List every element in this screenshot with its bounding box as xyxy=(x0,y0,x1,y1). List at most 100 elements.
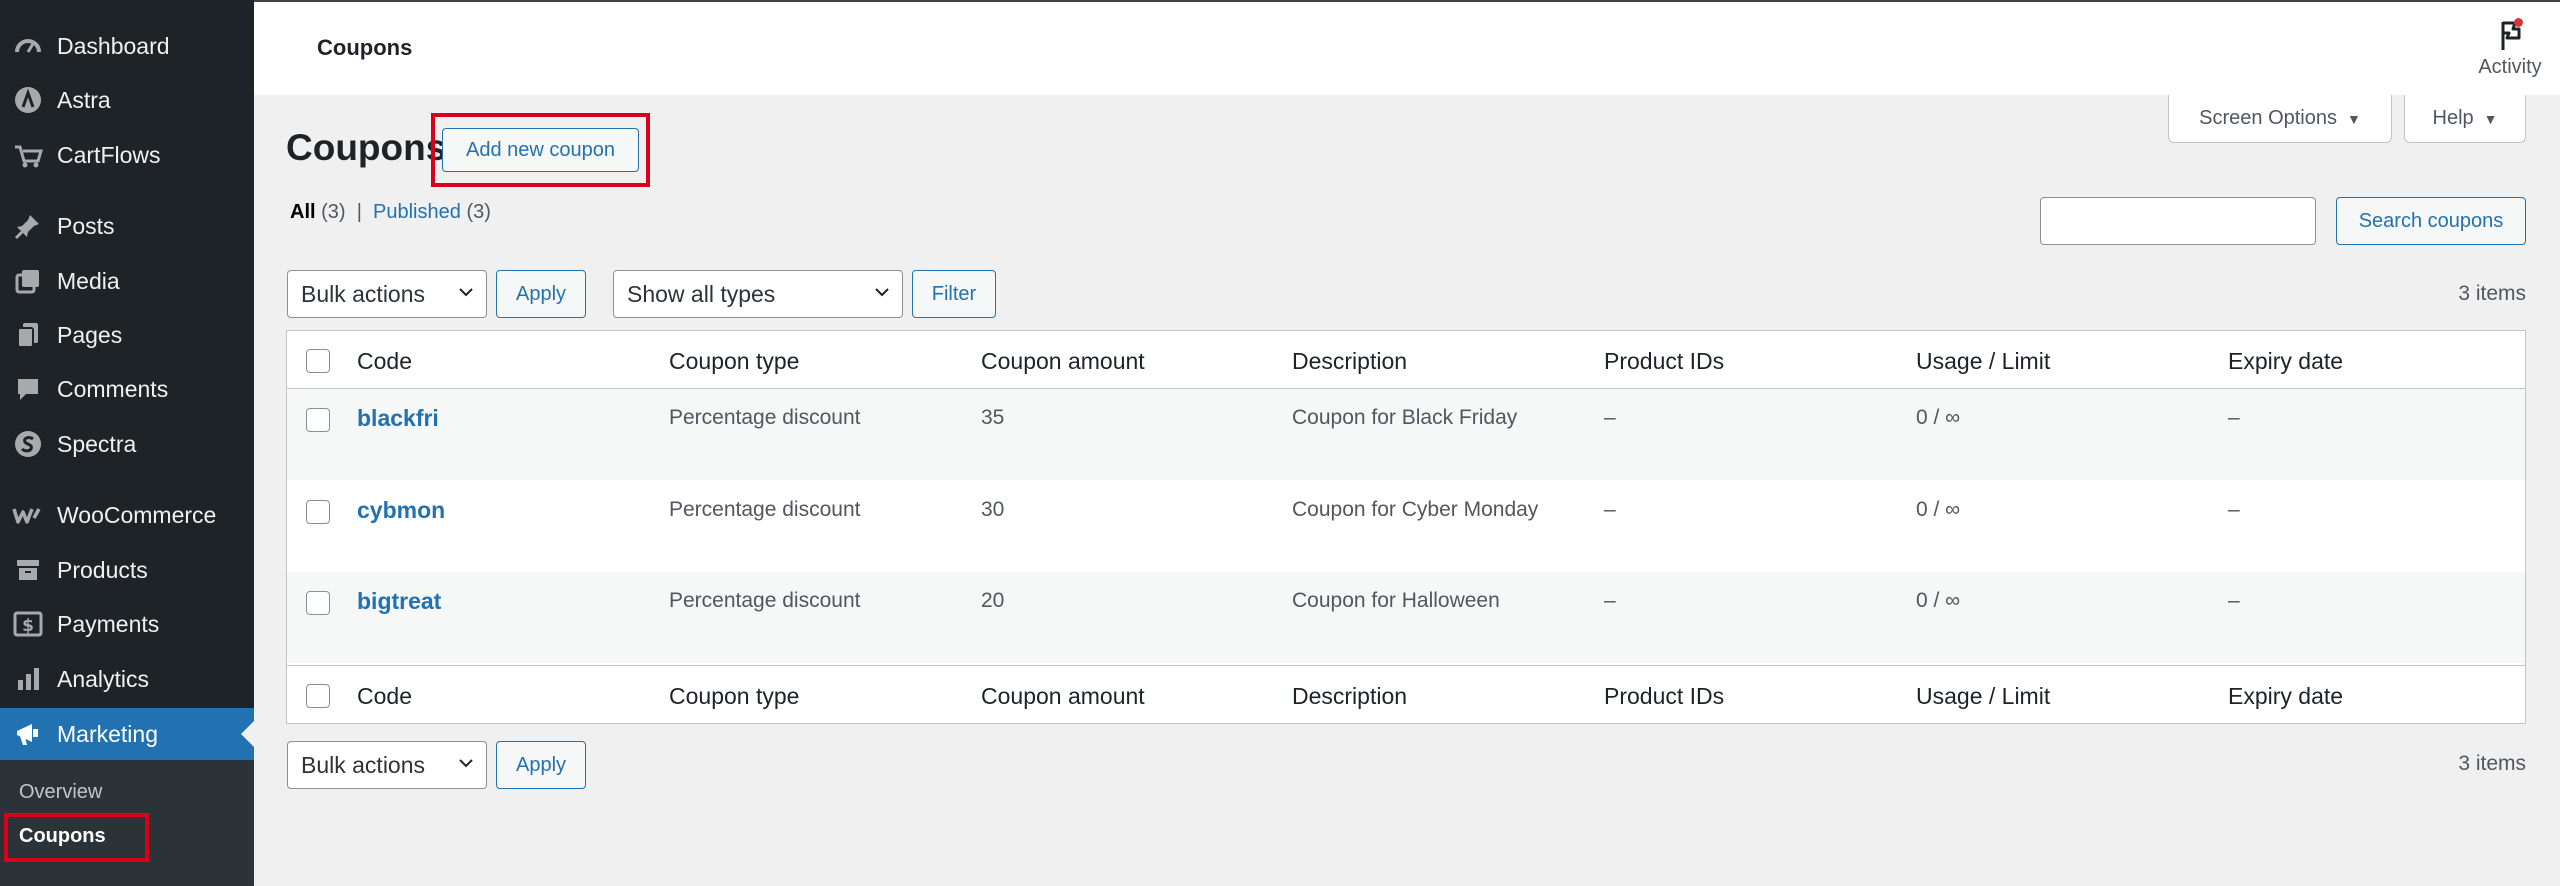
column-header-usage: Usage / Limit xyxy=(1916,348,2051,374)
column-footer-code[interactable]: Code xyxy=(357,683,412,710)
bar-chart-icon xyxy=(12,663,44,695)
column-header-description: Description xyxy=(1292,348,1408,374)
chevron-down-icon xyxy=(459,288,473,297)
woocommerce-icon xyxy=(12,499,44,531)
apply-button-bottom[interactable]: Apply xyxy=(496,741,586,789)
bulk-actions-value: Bulk actions xyxy=(301,751,426,778)
activity-label: Activity xyxy=(2478,56,2542,78)
submenu-item-overview[interactable]: Overview xyxy=(19,781,102,804)
header-title: Coupons xyxy=(317,35,413,60)
status-filter-links: All (3) | Published (3) xyxy=(290,201,491,224)
column-header-code[interactable]: Code xyxy=(357,348,412,375)
pages-icon xyxy=(12,319,44,351)
coupon-code-link[interactable]: bigtreat xyxy=(357,588,441,615)
items-count-top: 3 items xyxy=(2458,282,2526,305)
cell-description: Coupon for Black Friday xyxy=(1292,406,1518,429)
dollar-icon: $ xyxy=(12,608,44,640)
sidebar-item-payments[interactable]: $ Payments xyxy=(0,598,254,650)
column-header-expiry: Expiry date xyxy=(2228,348,2344,374)
cell-usage-limit: 0 / ∞ xyxy=(1916,498,1961,521)
row-checkbox[interactable] xyxy=(306,591,330,615)
marketing-submenu: Overview Coupons xyxy=(0,760,254,886)
filter-all-link[interactable]: All xyxy=(290,201,316,223)
coupon-type-value: Show all types xyxy=(627,280,776,307)
highlight-box-add-new xyxy=(431,113,650,187)
cell-product-ids: – xyxy=(1604,498,1616,521)
comment-icon xyxy=(12,373,44,405)
help-label: Help xyxy=(2432,107,2474,129)
page-header-bar: Coupons Activity xyxy=(254,0,2560,95)
chevron-down-icon xyxy=(875,288,889,297)
coupons-table: Code Coupon type Coupon amount Descripti… xyxy=(286,330,2526,724)
column-footer-usage: Usage / Limit xyxy=(1916,683,2051,709)
sidebar-item-label: Products xyxy=(57,556,148,583)
cell-product-ids: – xyxy=(1604,589,1616,612)
sidebar-item-media[interactable]: Media xyxy=(0,255,254,307)
sidebar-item-label: Pages xyxy=(57,321,123,348)
megaphone-icon xyxy=(12,718,44,750)
coupon-search-input[interactable] xyxy=(2040,197,2316,245)
admin-sidebar: Dashboard Astra CartFlows Posts Media Pa… xyxy=(0,0,254,886)
sidebar-item-cartflows[interactable]: CartFlows xyxy=(0,129,254,181)
page-title: Coupons xyxy=(286,127,447,168)
caret-down-icon: ▼ xyxy=(2483,110,2498,127)
select-all-checkbox[interactable] xyxy=(306,349,330,373)
coupon-type-select[interactable]: Show all types xyxy=(613,270,903,318)
activity-button[interactable]: Activity xyxy=(2470,16,2550,79)
sidebar-item-comments[interactable]: Comments xyxy=(0,363,254,415)
sidebar-item-products[interactable]: Products xyxy=(0,544,254,596)
table-header-row: Code Coupon type Coupon amount Descripti… xyxy=(287,331,2525,389)
row-checkbox[interactable] xyxy=(306,408,330,432)
select-all-checkbox-bottom[interactable] xyxy=(306,684,330,708)
flag-icon xyxy=(2493,16,2527,52)
search-coupons-button[interactable]: Search coupons xyxy=(2336,197,2526,245)
sidebar-item-marketing[interactable]: Marketing xyxy=(0,708,254,760)
sidebar-item-label: Spectra xyxy=(57,430,137,457)
filter-published-link[interactable]: Published xyxy=(373,201,461,223)
cell-description: Coupon for Halloween xyxy=(1292,589,1500,612)
row-checkbox[interactable] xyxy=(306,500,330,524)
filter-button[interactable]: Filter xyxy=(912,270,996,318)
sidebar-item-dashboard[interactable]: Dashboard xyxy=(0,20,254,72)
cell-usage-limit: 0 / ∞ xyxy=(1916,589,1961,612)
table-row: bigtreat Percentage discount 20 Coupon f… xyxy=(287,572,2525,663)
sidebar-item-woocommerce[interactable]: WooCommerce xyxy=(0,489,254,541)
table-row: blackfri Percentage discount 35 Coupon f… xyxy=(287,389,2525,480)
sidebar-item-analytics[interactable]: Analytics xyxy=(0,653,254,705)
sidebar-item-astra[interactable]: Astra xyxy=(0,74,254,126)
column-header-amount: Coupon amount xyxy=(981,348,1145,374)
sidebar-item-label: CartFlows xyxy=(57,141,161,168)
coupon-code-link[interactable]: cybmon xyxy=(357,497,445,524)
sidebar-item-label: Comments xyxy=(57,375,169,402)
column-footer-amount: Coupon amount xyxy=(981,683,1145,709)
sidebar-item-pages[interactable]: Pages xyxy=(0,309,254,361)
cell-coupon-amount: 30 xyxy=(981,498,1005,521)
spectra-icon xyxy=(12,428,44,460)
cell-coupon-type: Percentage discount xyxy=(669,589,861,612)
help-button[interactable]: Help ▼ xyxy=(2404,95,2526,143)
caret-down-icon: ▼ xyxy=(2347,110,2361,127)
highlight-box-coupons xyxy=(4,813,149,862)
table-row: cybmon Percentage discount 30 Coupon for… xyxy=(287,481,2525,572)
cell-coupon-type: Percentage discount xyxy=(669,498,861,521)
sidebar-item-posts[interactable]: Posts xyxy=(0,200,254,252)
sidebar-item-label: Posts xyxy=(57,212,115,239)
sidebar-item-label: Media xyxy=(57,267,120,294)
screen-options-label: Screen Options xyxy=(2199,107,2337,129)
filter-separator: | xyxy=(356,201,362,223)
cell-expiry-date: – xyxy=(2228,406,2240,429)
cartflows-icon xyxy=(12,139,44,171)
pushpin-icon xyxy=(12,210,44,242)
coupon-code-link[interactable]: blackfri xyxy=(357,405,439,432)
column-footer-type: Coupon type xyxy=(669,683,800,709)
bulk-actions-select-top[interactable]: Bulk actions xyxy=(287,270,487,318)
sidebar-item-spectra[interactable]: Spectra xyxy=(0,418,254,470)
sidebar-item-label: Astra xyxy=(57,86,111,113)
bulk-actions-select-bottom[interactable]: Bulk actions xyxy=(287,741,487,789)
bulk-actions-value: Bulk actions xyxy=(301,280,426,307)
column-footer-description: Description xyxy=(1292,683,1408,709)
apply-button-top[interactable]: Apply xyxy=(496,270,586,318)
cell-product-ids: – xyxy=(1604,406,1616,429)
screen-options-button[interactable]: Screen Options ▼ xyxy=(2168,95,2392,143)
column-header-type: Coupon type xyxy=(669,348,800,374)
